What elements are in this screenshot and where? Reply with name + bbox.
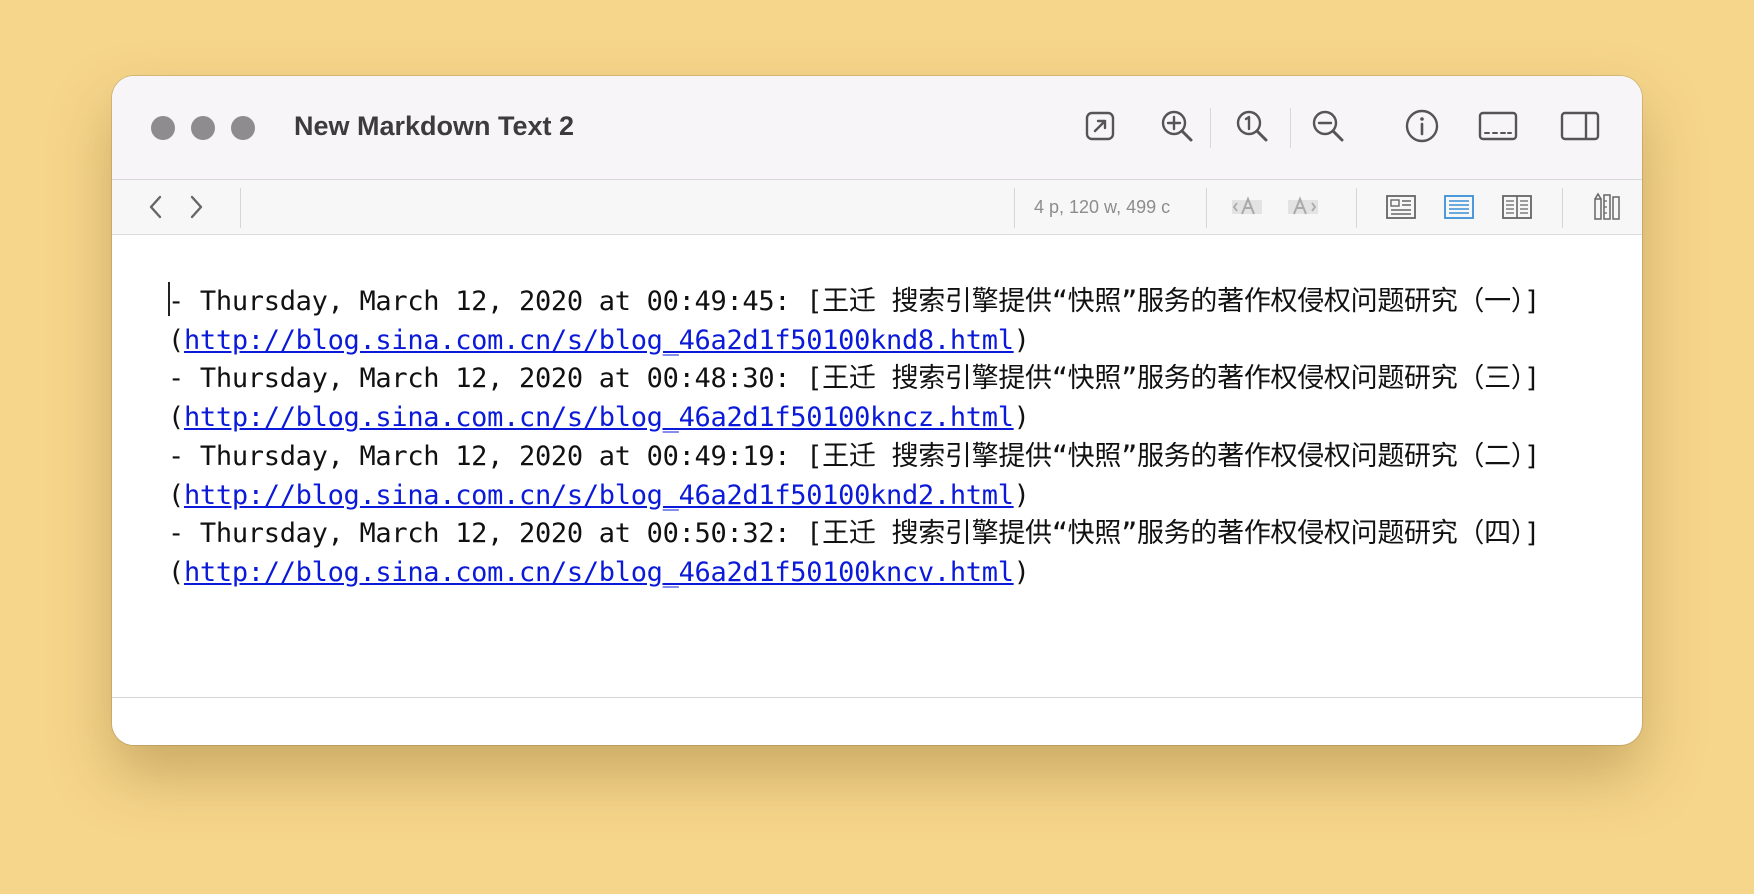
zoom-out-icon[interactable] — [1308, 106, 1348, 146]
toolbar-separator — [1290, 108, 1291, 148]
window-title: New Markdown Text 2 — [294, 111, 575, 141]
actual-size-icon[interactable] — [1232, 106, 1272, 146]
editor-layout-icon[interactable] — [1442, 191, 1476, 223]
paren-open: ( — [168, 556, 184, 588]
secondary-toolbar: 4 p, 120 w, 499 c — [112, 180, 1642, 235]
paren-close: ) — [1013, 402, 1030, 434]
footer-bar-icon[interactable] — [1478, 106, 1518, 146]
preview-layout-icon[interactable] — [1384, 191, 1418, 223]
blog-link[interactable]: http://blog.sina.com.cn/s/blog_46a2d1f50… — [184, 480, 1014, 511]
paren-close: ) — [1013, 324, 1030, 356]
sidebar-icon[interactable] — [1560, 106, 1600, 146]
list-item-text: - Thursday, March 12, 2020 at 00:49:19: … — [168, 440, 1540, 472]
window-controls — [151, 116, 255, 140]
split-layout-icon[interactable] — [1500, 191, 1534, 223]
paren-open: ( — [168, 402, 184, 434]
info-icon[interactable] — [1402, 106, 1442, 146]
list-item-text: - Thursday, March 12, 2020 at 00:50:32: … — [168, 518, 1540, 550]
markdown-editor[interactable]: - Thursday, March 12, 2020 at 00:49:45: … — [112, 235, 1642, 672]
toolbar-separator — [1210, 108, 1211, 148]
paren-close: ) — [1013, 556, 1030, 588]
list-item-text: - Thursday, March 12, 2020 at 00:48:30: … — [168, 363, 1540, 395]
editor-window: New Markdown Text 2 4 p, 120 w, 499 c - … — [112, 76, 1642, 745]
blog-link[interactable]: http://blog.sina.com.cn/s/blog_46a2d1f50… — [184, 402, 1014, 433]
bottom-bar — [112, 697, 1642, 745]
blog-link[interactable]: http://blog.sina.com.cn/s/blog_46a2d1f50… — [184, 557, 1014, 588]
title-bar: New Markdown Text 2 — [112, 76, 1642, 180]
zoom-in-icon[interactable] — [1157, 106, 1197, 146]
font-smaller-icon[interactable] — [1230, 191, 1264, 223]
toolbar-separator — [1014, 188, 1015, 228]
toolbar-separator — [1206, 188, 1207, 228]
toolbar-separator — [1562, 188, 1563, 228]
blog-link[interactable]: http://blog.sina.com.cn/s/blog_46a2d1f50… — [184, 325, 1014, 356]
back-icon[interactable] — [143, 194, 169, 220]
paren-close: ) — [1013, 479, 1030, 511]
editor-text[interactable]: - Thursday, March 12, 2020 at 00:49:45: … — [168, 282, 1540, 593]
tools-icon[interactable] — [1590, 191, 1624, 223]
paren-open: ( — [168, 479, 184, 511]
open-external-icon[interactable] — [1080, 106, 1120, 146]
forward-icon[interactable] — [183, 194, 209, 220]
close-window-button[interactable] — [151, 116, 175, 140]
minimize-window-button[interactable] — [191, 116, 215, 140]
font-larger-icon[interactable] — [1286, 191, 1320, 223]
document-stats: 4 p, 120 w, 499 c — [1034, 197, 1171, 217]
zoom-window-button[interactable] — [231, 116, 255, 140]
paren-open: ( — [168, 324, 184, 356]
toolbar-separator — [240, 188, 241, 228]
toolbar-separator — [1356, 188, 1357, 228]
list-item-text: - Thursday, March 12, 2020 at 00:49:45: … — [168, 286, 1540, 317]
